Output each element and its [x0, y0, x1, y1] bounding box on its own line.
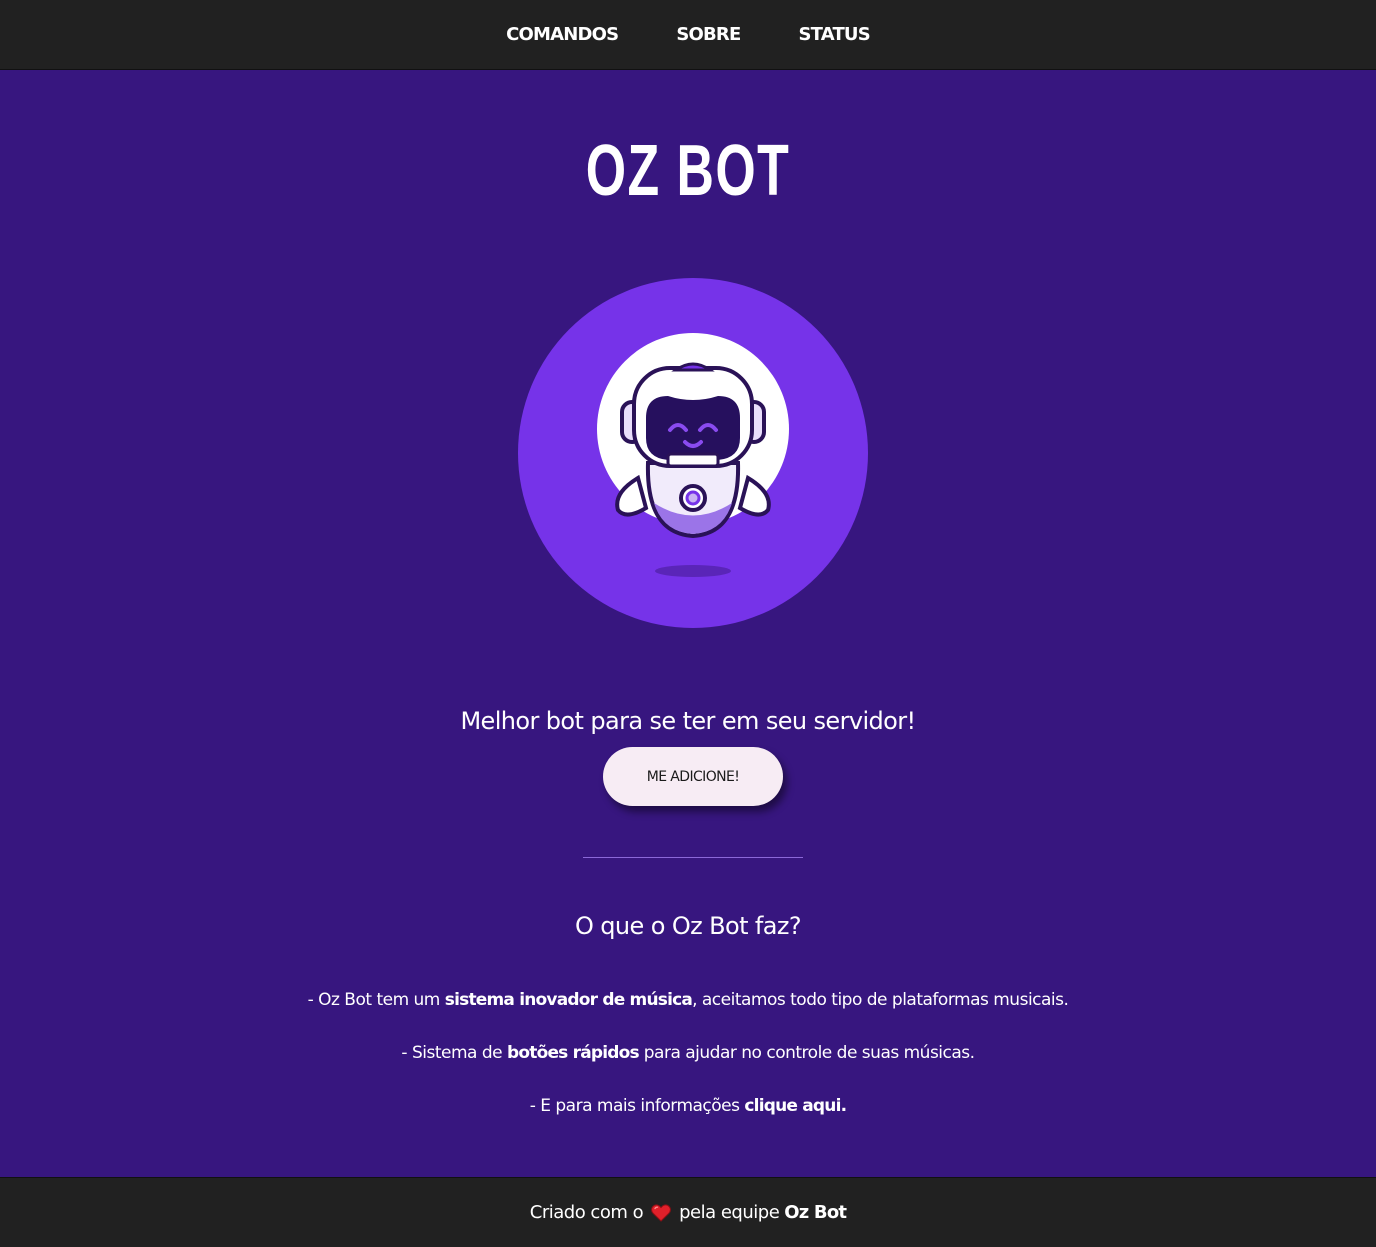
feature-item: - E para mais informações clique aqui.: [529, 1096, 847, 1116]
feature-highlight: sistema inovador de música: [444, 990, 693, 1010]
page-title: OZ BOT: [585, 131, 791, 211]
top-navigation: COMANDOS SOBRE STATUS: [0, 0, 1376, 70]
footer-prefix: Criado com o: [529, 1202, 644, 1223]
more-info-link[interactable]: clique aqui.: [744, 1096, 847, 1116]
features-heading: O que o Oz Bot faz?: [574, 912, 802, 940]
nav-link-sobre[interactable]: SOBRE: [676, 24, 741, 45]
tagline: Melhor bot para se ter em seu servidor!: [460, 707, 916, 735]
footer-brand: Oz Bot: [784, 1202, 847, 1223]
feature-item: - Sistema de botões rápidos para ajudar …: [401, 1043, 975, 1063]
nav-link-comandos[interactable]: COMANDOS: [506, 24, 619, 45]
feature-highlight: botões rápidos: [507, 1043, 640, 1063]
footer: Criado com o pela equipe Oz Bot: [0, 1177, 1376, 1247]
hero-logo: [518, 278, 868, 628]
section-divider: [583, 857, 803, 858]
nav-link-status[interactable]: STATUS: [798, 24, 870, 45]
add-bot-button[interactable]: ME ADICIONE!: [603, 747, 783, 806]
feature-item: - Oz Bot tem um sistema inovador de músi…: [307, 990, 1069, 1010]
heart-icon: [651, 1203, 672, 1222]
robot-mascot-icon: [597, 333, 789, 577]
footer-middle: pela equipe: [679, 1202, 780, 1223]
